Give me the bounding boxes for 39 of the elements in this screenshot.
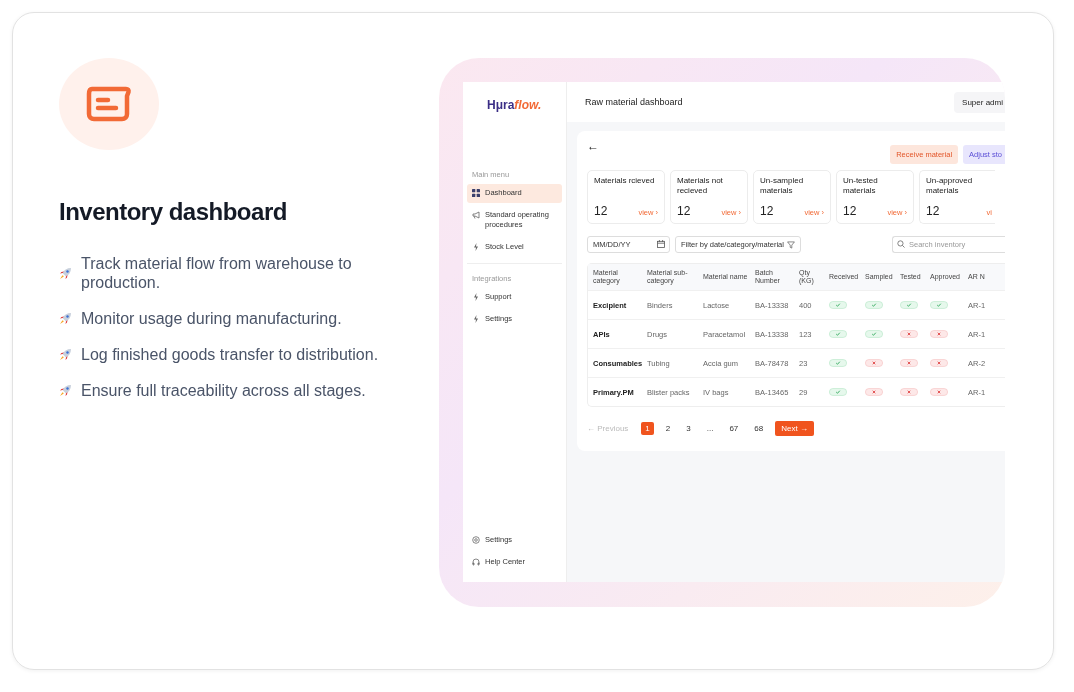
page-button[interactable]: 2 (661, 422, 675, 435)
page-button[interactable]: 1 (641, 422, 654, 435)
page-button[interactable]: 68 (750, 422, 768, 435)
stat-value: 12 (677, 204, 691, 218)
rocket-icon (59, 266, 72, 280)
page-title: Raw material dashboard (585, 97, 683, 107)
grid-icon (472, 189, 480, 197)
feature-bullet: Ensure full traceability across all stages. (81, 381, 366, 400)
stat-value: 12 (594, 204, 608, 218)
filter-icon (786, 240, 795, 249)
back-button[interactable]: ← (587, 139, 599, 153)
feature-bullet: Track material flow from warehouse to production. (81, 254, 353, 292)
feature-title: Inventory dashboard (59, 198, 288, 226)
page-button[interactable]: 67 (725, 422, 743, 435)
calendar-icon (657, 240, 665, 248)
stat-value: 12 (843, 204, 857, 218)
user-button[interactable]: Super admi (954, 91, 1005, 113)
page-button[interactable]: 3 (682, 422, 695, 435)
feature-bullet: Log finished goods transfer to distribution. (81, 345, 379, 364)
stat-value: 12 (926, 204, 940, 218)
rocket-icon (59, 348, 72, 361)
feature-bullet: Monitor usage during manufacturing. (81, 309, 342, 328)
headset-icon (472, 557, 480, 566)
stat-label: Un-approved materials (926, 176, 974, 197)
bolt-icon (472, 293, 480, 301)
page-button[interactable]: ... (702, 422, 718, 435)
bolt-icon (472, 314, 480, 323)
logo: Hμraflow. (486, 98, 543, 112)
settings-icon (472, 536, 480, 544)
megaphone-icon (472, 210, 480, 219)
stat-value: 12 (760, 204, 774, 218)
stat-label: Un-sampled materials (760, 176, 805, 197)
next-button[interactable]: Next → (775, 421, 814, 436)
stat-label: Materials rcieved (594, 176, 656, 187)
bolt-icon (472, 242, 480, 251)
rocket-icon (59, 384, 72, 397)
rocket-icon (59, 312, 72, 325)
stat-label: Un-tested materials (843, 176, 879, 197)
stat-label: Materials not recieved (677, 176, 724, 197)
